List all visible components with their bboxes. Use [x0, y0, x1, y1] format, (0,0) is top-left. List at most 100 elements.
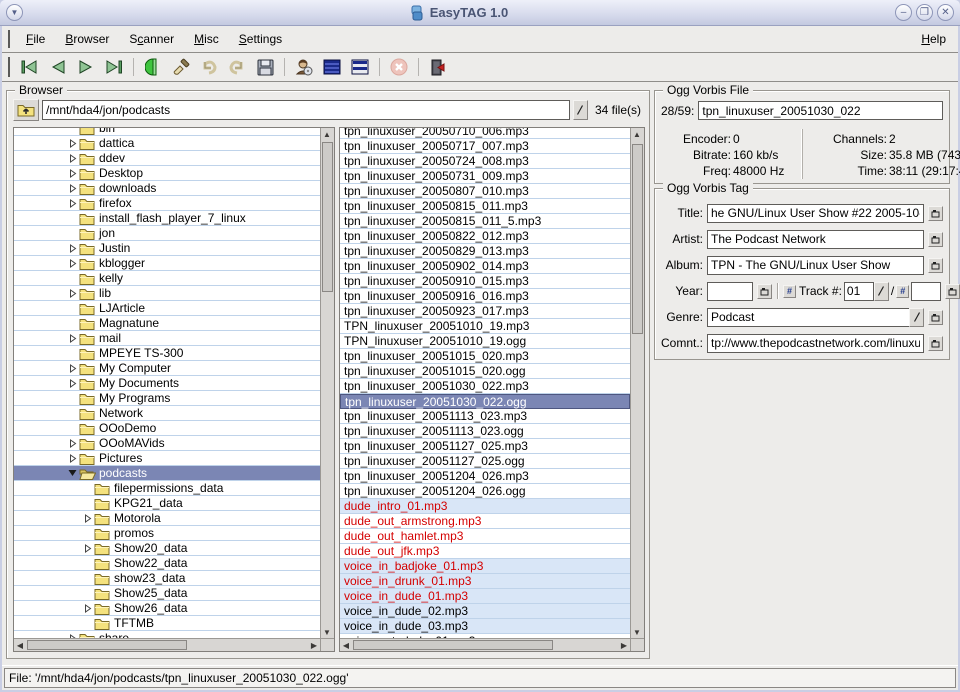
file-row-tpn-linuxuser-20050910-015-mp3[interactable]: tpn_linuxuser_20050910_015.mp3 [340, 274, 630, 289]
menu-item-settings[interactable]: Settings [229, 28, 292, 50]
tree-item-kpg21-data[interactable]: KPG21_data [14, 496, 320, 511]
tree-item-bin[interactable]: bin [14, 128, 320, 136]
run-audio-player-icon[interactable] [292, 55, 316, 79]
tree-item-show26-data[interactable]: Show26_data [14, 601, 320, 616]
artist-input[interactable] [707, 230, 924, 249]
scroll-right-arrow[interactable]: ▶ [308, 639, 320, 651]
file-row-tpn-linuxuser-20051010-19-mp3[interactable]: TPN_linuxuser_20051010_19.mp3 [340, 319, 630, 334]
path-input[interactable] [42, 100, 570, 120]
expander-closed-icon[interactable] [66, 154, 79, 163]
tree-item-ddev[interactable]: ddev [14, 151, 320, 166]
filename-input[interactable] [698, 101, 943, 120]
tree-item-desktop[interactable]: Desktop [14, 166, 320, 181]
expander-closed-icon[interactable] [81, 544, 94, 553]
tag-all-artist-button[interactable] [928, 232, 943, 247]
file-row-voice-in-dude-01-mp3[interactable]: voice_in_dude_01.mp3 [340, 589, 630, 604]
comment-input[interactable] [707, 334, 924, 353]
expander-closed-icon[interactable] [66, 259, 79, 268]
tree-item-ooodemo[interactable]: OOoDemo [14, 421, 320, 436]
tag-all-track-button[interactable] [945, 284, 960, 299]
undo-icon[interactable] [197, 55, 221, 79]
tree-item-show23-data[interactable]: show23_data [14, 571, 320, 586]
toolbar-grip[interactable] [8, 57, 10, 77]
menu-item-scanner[interactable]: Scanner [119, 28, 184, 50]
expander-closed-icon[interactable] [81, 604, 94, 613]
tree-item-downloads[interactable]: downloads [14, 181, 320, 196]
file-row-tpn-linuxuser-20050807-010-mp3[interactable]: tpn_linuxuser_20050807_010.mp3 [340, 184, 630, 199]
tree-item-ooomavids[interactable]: OOoMAVids [14, 436, 320, 451]
expander-closed-icon[interactable] [81, 514, 94, 523]
tag-all-album-button[interactable] [928, 258, 943, 273]
window-menu-button[interactable]: ▼ [6, 4, 23, 21]
track-total-input[interactable] [911, 282, 941, 301]
file-row-tpn-linuxuser-20051010-19-ogg[interactable]: TPN_linuxuser_20051010_19.ogg [340, 334, 630, 349]
tree-item-mpeye-ts-300[interactable]: MPEYE TS-300 [14, 346, 320, 361]
tree-item-tftmb[interactable]: TFTMB [14, 616, 320, 631]
tree-item-install-flash-player-7-linux[interactable]: install_flash_player_7_linux [14, 211, 320, 226]
expander-closed-icon[interactable] [66, 454, 79, 463]
file-row-tpn-linuxuser-20051113-023-mp3[interactable]: tpn_linuxuser_20051113_023.mp3 [340, 409, 630, 424]
tree-item-my-documents[interactable]: My Documents [14, 376, 320, 391]
expander-closed-icon[interactable] [66, 289, 79, 298]
file-row-voice-in-dude-02-mp3[interactable]: voice_in_dude_02.mp3 [340, 604, 630, 619]
filelist-hscroll-thumb[interactable] [353, 640, 553, 650]
file-row-tpn-linuxuser-20050916-016-mp3[interactable]: tpn_linuxuser_20050916_016.mp3 [340, 289, 630, 304]
parent-directory-button[interactable] [13, 99, 39, 121]
tree-item-jon[interactable]: jon [14, 226, 320, 241]
tag-all-comment-button[interactable] [928, 336, 943, 351]
tree-item-podcasts[interactable]: podcasts [14, 466, 320, 481]
file-row-tpn-linuxuser-20050822-012-mp3[interactable]: tpn_linuxuser_20050822_012.mp3 [340, 229, 630, 244]
tree-item-filepermissions-data[interactable]: filepermissions_data [14, 481, 320, 496]
first-file-icon[interactable] [18, 55, 42, 79]
scroll-up-arrow[interactable]: ▲ [321, 128, 333, 140]
track-input[interactable] [844, 282, 874, 301]
file-row-tpn-linuxuser-20051204-026-ogg[interactable]: tpn_linuxuser_20051204_026.ogg [340, 484, 630, 499]
filelist-scroll-thumb[interactable] [632, 144, 643, 334]
process-fields-icon[interactable] [169, 55, 193, 79]
file-row-tpn-linuxuser-20051015-020-mp3[interactable]: tpn_linuxuser_20051015_020.mp3 [340, 349, 630, 364]
file-row-tpn-linuxuser-20050829-013-mp3[interactable]: tpn_linuxuser_20050829_013.mp3 [340, 244, 630, 259]
file-row-tpn-linuxuser-20051030-022-ogg[interactable]: tpn_linuxuser_20051030_022.ogg [340, 394, 630, 409]
file-row-tpn-linuxuser-20050815-011-mp3[interactable]: tpn_linuxuser_20050815_011.mp3 [340, 199, 630, 214]
filelist-vertical-scrollbar[interactable]: ▲ ▼ [630, 128, 644, 638]
title-input[interactable] [707, 204, 924, 223]
file-row-dude-out-armstrong-mp3[interactable]: dude_out_armstrong.mp3 [340, 514, 630, 529]
tag-all-year-button[interactable] [757, 284, 772, 299]
tree-item-ljarticle[interactable]: LJArticle [14, 301, 320, 316]
scroll-down-arrow[interactable]: ▼ [631, 626, 643, 638]
quit-icon[interactable] [426, 55, 450, 79]
expander-closed-icon[interactable] [66, 334, 79, 343]
expander-closed-icon[interactable] [66, 139, 79, 148]
tree-item-show20-data[interactable]: Show20_data [14, 541, 320, 556]
file-row-tpn-linuxuser-20050717-007-mp3[interactable]: tpn_linuxuser_20050717_007.mp3 [340, 139, 630, 154]
tree-item-share[interactable]: share [14, 631, 320, 638]
tree-vertical-scrollbar[interactable]: ▲ ▼ [320, 128, 334, 638]
expander-closed-icon[interactable] [66, 439, 79, 448]
next-file-icon[interactable] [74, 55, 98, 79]
file-row-tpn-linuxuser-20050923-017-mp3[interactable]: tpn_linuxuser_20050923_017.mp3 [340, 304, 630, 319]
menu-item-misc[interactable]: Misc [184, 28, 229, 50]
scroll-down-arrow[interactable]: ▼ [321, 626, 333, 638]
track-dropdown-button[interactable] [874, 282, 889, 301]
expander-closed-icon[interactable] [66, 199, 79, 208]
file-row-dude-intro-01-mp3[interactable]: dude_intro_01.mp3 [340, 499, 630, 514]
menu-item-file[interactable]: File [16, 28, 55, 50]
scroll-up-arrow[interactable]: ▲ [631, 128, 643, 140]
file-row-tpn-linuxuser-20050902-014-mp3[interactable]: tpn_linuxuser_20050902_014.mp3 [340, 259, 630, 274]
file-row-tpn-linuxuser-20050815-011-5-mp3[interactable]: tpn_linuxuser_20050815_011_5.mp3 [340, 214, 630, 229]
tree-item-show25-data[interactable]: Show25_data [14, 586, 320, 601]
scroll-right-arrow[interactable]: ▶ [618, 639, 630, 651]
filelist-horizontal-scrollbar[interactable]: ◀ ▶ [340, 638, 630, 651]
minimize-button[interactable]: – [895, 4, 912, 21]
file-row-tpn-linuxuser-20051113-023-ogg[interactable]: tpn_linuxuser_20051113_023.ogg [340, 424, 630, 439]
expander-closed-icon[interactable] [66, 169, 79, 178]
redo-icon[interactable] [225, 55, 249, 79]
close-button[interactable]: ✕ [937, 4, 954, 21]
expander-closed-icon[interactable] [66, 244, 79, 253]
file-row-tpn-linuxuser-20050724-008-mp3[interactable]: tpn_linuxuser_20050724_008.mp3 [340, 154, 630, 169]
genre-dropdown-button[interactable] [909, 308, 924, 327]
expander-closed-icon[interactable] [66, 184, 79, 193]
expander-open-icon[interactable] [66, 469, 79, 477]
tree-item-my-computer[interactable]: My Computer [14, 361, 320, 376]
tree-item-magnatune[interactable]: Magnatune [14, 316, 320, 331]
